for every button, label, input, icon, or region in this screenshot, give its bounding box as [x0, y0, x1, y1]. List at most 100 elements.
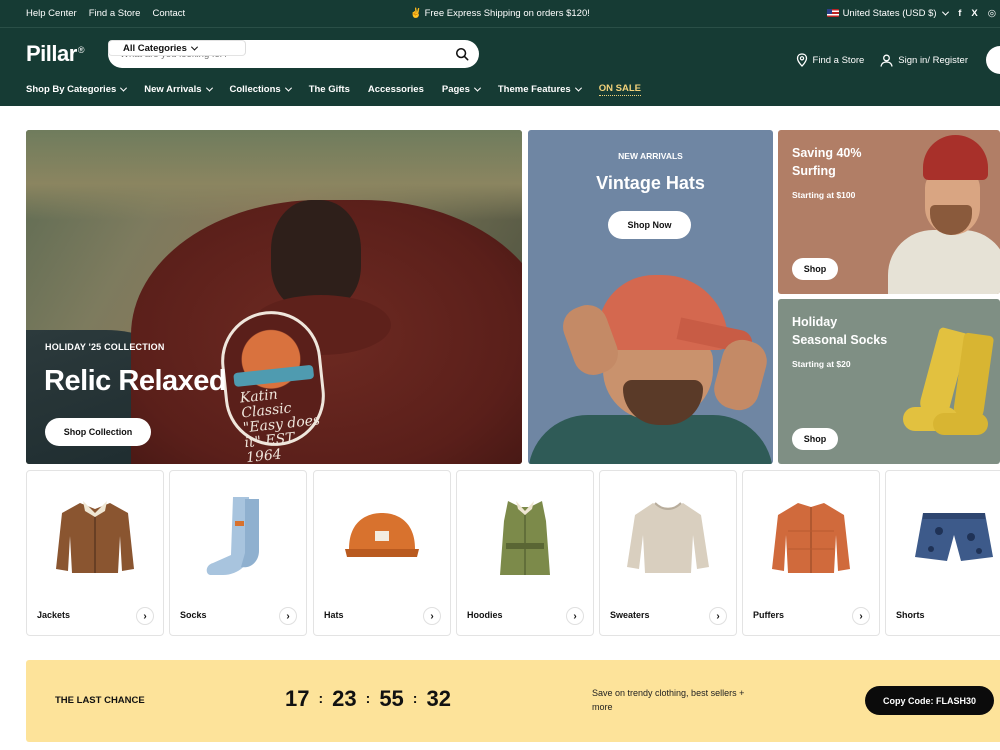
chevron-right-icon[interactable]: › [566, 607, 584, 625]
shop-surfing-button[interactable]: Shop [792, 258, 838, 280]
nav-item-accessories[interactable]: Accessories [368, 83, 424, 96]
sign-in-label: Sign in/ Register [898, 54, 968, 66]
chevron-down-icon [205, 84, 213, 92]
hats-thumbnail [314, 471, 450, 601]
logo[interactable]: Pillar® [26, 41, 84, 67]
sock-foot-right [933, 413, 988, 435]
nav-item-new-arrivals[interactable]: New Arrivals [144, 83, 213, 96]
announcement-bar: Help Center Find a Store Contact ✌ Free … [0, 0, 1000, 28]
chevron-right-icon[interactable]: › [423, 607, 441, 625]
chevron-down-icon [284, 84, 292, 92]
category-card-socks[interactable]: Socks › [169, 470, 307, 636]
find-store-label: Find a Store [812, 54, 865, 66]
nav-item-on-sale[interactable]: ON SALE [598, 83, 641, 96]
logo-registered-mark: ® [77, 44, 85, 55]
shop-socks-button[interactable]: Shop [792, 428, 838, 450]
socks-title: Holiday Seasonal Socks [792, 313, 887, 349]
header-actions: Find a Store Sign in/ Register [796, 46, 1000, 74]
hoodies-thumbnail [457, 471, 593, 601]
find-store-link[interactable]: Find a Store [89, 8, 141, 19]
category-label: Sweaters [610, 610, 650, 620]
category-card-hats[interactable]: Hats › [313, 470, 451, 636]
nav-label: Theme Features [497, 84, 571, 95]
socks-subtitle: Starting at $20 [792, 359, 851, 369]
category-card-hoodies[interactable]: Hoodies › [456, 470, 594, 636]
cart-button[interactable] [986, 46, 1000, 74]
socks-title-line-2: Seasonal Socks [792, 333, 888, 347]
currency-selector[interactable]: United States (USD $) [826, 8, 950, 19]
chevron-right-icon[interactable]: › [709, 607, 727, 625]
vintage-hats-banner[interactable]: NEW ARRIVALS Vintage Hats Shop Now [528, 130, 773, 464]
chevron-right-icon[interactable]: › [852, 607, 870, 625]
flash-sale-description: Save on trendy clothing, best sellers + … [592, 688, 745, 712]
x-icon[interactable]: X [971, 8, 977, 19]
surfing-title: Saving 40% Surfing [792, 144, 861, 180]
logo-text: Pillar [26, 41, 77, 66]
instagram-icon[interactable]: ◎ [988, 8, 996, 19]
category-label: Socks [180, 610, 207, 620]
category-label: Shorts [896, 610, 925, 620]
category-select-label: All Categories [123, 42, 187, 54]
contact-link[interactable]: Contact [152, 8, 185, 19]
model-head [271, 200, 361, 310]
category-card-puffers[interactable]: Puffers › [742, 470, 880, 636]
hat-image [345, 513, 419, 557]
sweater-image [627, 502, 709, 573]
nav-label: New Arrivals [144, 84, 202, 95]
nav-item-collections[interactable]: Collections [230, 83, 292, 96]
countdown-days: 17 [285, 686, 310, 711]
nav-label: The Gifts [308, 84, 350, 95]
hand-wave-icon: ✌ [410, 8, 422, 19]
flash-sale-banner: THE LAST CHANCE 17 : 23 : 55 : 32 Save o… [26, 660, 1000, 742]
category-label: Puffers [753, 610, 785, 620]
countdown-seconds: 32 [426, 686, 451, 711]
sweaters-thumbnail [600, 471, 736, 601]
shipping-promo-text: Free Express Shipping on orders $120! [424, 8, 590, 19]
countdown-minutes: 55 [379, 686, 404, 711]
puffers-thumbnail [743, 471, 879, 601]
hero-banner[interactable]: Katin Classic "Easy does it" EST 1964 HO… [26, 130, 522, 464]
chevron-right-icon[interactable]: › [279, 607, 297, 625]
category-card-shorts[interactable]: Shorts [885, 470, 1000, 636]
nav-item-theme-features[interactable]: Theme Features [497, 83, 582, 96]
user-icon [880, 54, 893, 67]
us-flag-icon [826, 9, 839, 18]
hero-model-image [131, 200, 522, 464]
utility-links: Help Center Find a Store Contact [26, 8, 185, 19]
countdown-timer: 17 : 23 : 55 : 32 [285, 686, 451, 712]
nav-item-pages[interactable]: Pages [441, 83, 481, 96]
surfing-title-line-1: Saving 40% [792, 146, 862, 160]
shorts-thumbnail [886, 471, 1000, 601]
surfing-promo-banner[interactable]: Saving 40% Surfing Starting at $100 Shop [778, 130, 1000, 294]
category-card-sweaters[interactable]: Sweaters › [599, 470, 737, 636]
nav-item-shop-by-categories[interactable]: Shop By Categories [26, 83, 128, 96]
beanie-image [923, 135, 988, 180]
facebook-icon[interactable]: f [958, 8, 961, 19]
help-center-link[interactable]: Help Center [26, 8, 77, 19]
search-icon[interactable] [455, 47, 469, 61]
main-nav: Shop By Categories New Arrivals Collecti… [26, 83, 659, 96]
category-label: Hoodies [467, 610, 503, 620]
chevron-down-icon [942, 8, 950, 16]
hero-title: Relic Relaxed [44, 365, 227, 397]
nav-label: ON SALE [598, 83, 641, 96]
flash-sale-title: THE LAST CHANCE [55, 695, 145, 706]
category-select[interactable]: All Categories [108, 40, 246, 56]
shop-collection-button[interactable]: Shop Collection [45, 418, 151, 446]
socks-title-line-1: Holiday [792, 315, 838, 329]
nav-label: Pages [441, 84, 470, 95]
vest-image [500, 501, 550, 575]
category-card-jackets[interactable]: Jackets › [26, 470, 164, 636]
category-label: Hats [324, 610, 344, 620]
sign-in-button[interactable]: Sign in/ Register [880, 54, 968, 67]
nav-label: Shop By Categories [26, 84, 117, 95]
countdown-hours: 23 [332, 686, 357, 711]
shorts-image [915, 513, 993, 561]
chevron-right-icon[interactable]: › [136, 607, 154, 625]
shop-now-button[interactable]: Shop Now [608, 211, 691, 239]
timer-separator: : [412, 690, 418, 706]
copy-code-button[interactable]: Copy Code: FLASH30 [865, 686, 994, 715]
find-store-button[interactable]: Find a Store [796, 53, 865, 67]
nav-item-the-gifts[interactable]: The Gifts [309, 83, 350, 96]
socks-promo-banner[interactable]: Holiday Seasonal Socks Starting at $20 S… [778, 299, 1000, 464]
